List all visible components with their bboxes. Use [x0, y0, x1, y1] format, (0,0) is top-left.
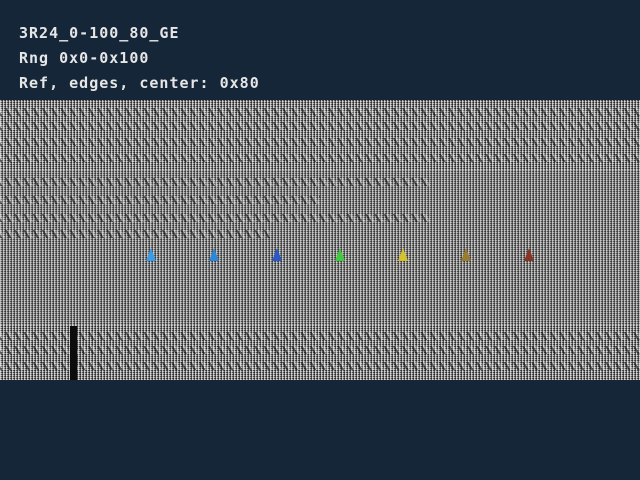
edge-marker: [70, 326, 77, 380]
pattern-streak: [0, 138, 640, 146]
pattern-band-middle: [0, 170, 640, 325]
range-label: Rng 0x0-0x100: [19, 49, 150, 67]
pattern-streak: [0, 332, 640, 340]
test-screen: 3R24_0-100_80_GE Rng 0x0-0x100 Ref, edge…: [0, 0, 640, 480]
marker-4-icon: [335, 248, 345, 261]
pattern-streak: [0, 214, 430, 222]
pattern-streak: [0, 122, 640, 130]
marker-6-icon: [461, 248, 471, 261]
pattern-streak: [0, 346, 640, 354]
marker-2-icon: [209, 248, 219, 261]
marker-5-icon: [398, 248, 408, 261]
pattern-streak: [0, 196, 320, 204]
test-id-label: 3R24_0-100_80_GE: [19, 24, 180, 42]
marker-7-icon: [524, 248, 534, 261]
pattern-streak: [0, 362, 640, 370]
dither-pattern-area: [0, 100, 640, 380]
reference-label: Ref, edges, center: 0x80: [19, 74, 260, 92]
pattern-streak: [0, 154, 640, 162]
pattern-streak: [0, 178, 430, 186]
pattern-streak: [0, 108, 640, 116]
pattern-streak: [0, 230, 270, 238]
marker-1-icon: [146, 248, 156, 261]
marker-3-icon: [272, 248, 282, 261]
